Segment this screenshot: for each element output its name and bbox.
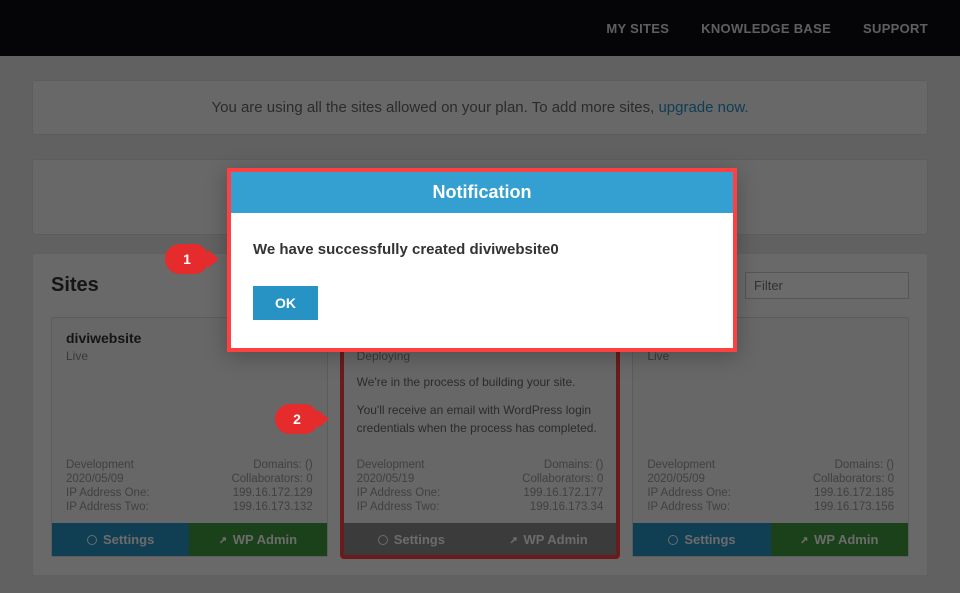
modal-message: We have successfully created diviwebsite… xyxy=(253,241,711,258)
meta-ip2-label: IP Address Two: xyxy=(647,501,731,513)
meta-ip1-label: IP Address One: xyxy=(357,487,441,499)
meta-ip1: 199.16.172.177 xyxy=(522,487,603,499)
meta-dev: Development xyxy=(357,459,441,471)
meta-ip2-label: IP Address Two: xyxy=(357,501,441,513)
meta-ip2-label: IP Address Two: xyxy=(66,501,150,513)
ok-button[interactable]: OK xyxy=(253,286,318,320)
meta-collab: Collaborators: 0 xyxy=(522,473,603,485)
alert-text: You are using all the sites allowed on y… xyxy=(211,99,658,116)
notification-modal: Notification We have successfully create… xyxy=(227,168,737,352)
modal-title: Notification xyxy=(231,172,733,213)
nav-knowledge-base[interactable]: KNOWLEDGE BASE xyxy=(701,21,831,36)
meta-date: 2020/05/09 xyxy=(647,473,731,485)
site-card: diviwebsite Live Development 2020/05/09 … xyxy=(51,317,328,557)
meta-ip2: 199.16.173.34 xyxy=(522,501,603,513)
settings-button[interactable]: Settings xyxy=(52,523,189,556)
meta-domains: Domains: () xyxy=(813,459,894,471)
external-link-icon: ↗ xyxy=(510,532,518,547)
deploy-message-1: We're in the process of building your si… xyxy=(357,373,604,391)
site-card: diviwebsite0 Deploying We're in the proc… xyxy=(342,317,619,557)
external-link-icon: ↗ xyxy=(219,532,227,547)
external-link-icon: ↗ xyxy=(800,532,808,547)
meta-date: 2020/05/09 xyxy=(66,473,150,485)
site-card: diviwebsite2 Live Development 2020/05/09… xyxy=(632,317,909,557)
upgrade-link[interactable]: upgrade now. xyxy=(658,99,748,116)
top-nav: MY SITES KNOWLEDGE BASE SUPPORT xyxy=(0,0,960,56)
site-cards: diviwebsite Live Development 2020/05/09 … xyxy=(51,317,909,557)
gear-icon xyxy=(668,535,678,545)
filter-input[interactable] xyxy=(745,272,909,299)
meta-ip2: 199.16.173.132 xyxy=(231,501,312,513)
meta-domains: Domains: () xyxy=(522,459,603,471)
meta-dev: Development xyxy=(66,459,150,471)
meta-collab: Collaborators: 0 xyxy=(813,473,894,485)
deploy-message-2: You'll receive an email with WordPress l… xyxy=(357,401,604,437)
settings-button[interactable]: Settings xyxy=(633,523,770,556)
nav-support[interactable]: SUPPORT xyxy=(863,21,928,36)
meta-ip1-label: IP Address One: xyxy=(647,487,731,499)
meta-ip2: 199.16.173.156 xyxy=(813,501,894,513)
gear-icon xyxy=(378,535,388,545)
meta-ip1: 199.16.172.185 xyxy=(813,487,894,499)
wp-admin-button[interactable]: ↗WP Admin xyxy=(189,523,326,556)
settings-button[interactable]: Settings xyxy=(343,523,480,556)
panel-title: Sites xyxy=(51,274,99,297)
gear-icon xyxy=(87,535,97,545)
meta-ip1: 199.16.172.129 xyxy=(231,487,312,499)
meta-domains: Domains: () xyxy=(231,459,312,471)
annotation-pin-2: 2 xyxy=(275,404,319,434)
nav-my-sites[interactable]: MY SITES xyxy=(606,21,669,36)
meta-date: 2020/05/19 xyxy=(357,473,441,485)
plan-alert: You are using all the sites allowed on y… xyxy=(32,80,928,135)
meta-ip1-label: IP Address One: xyxy=(66,487,150,499)
wp-admin-button[interactable]: ↗WP Admin xyxy=(771,523,908,556)
meta-dev: Development xyxy=(647,459,731,471)
wp-admin-button[interactable]: ↗WP Admin xyxy=(480,523,617,556)
meta-collab: Collaborators: 0 xyxy=(231,473,312,485)
annotation-pin-1: 1 xyxy=(165,244,209,274)
